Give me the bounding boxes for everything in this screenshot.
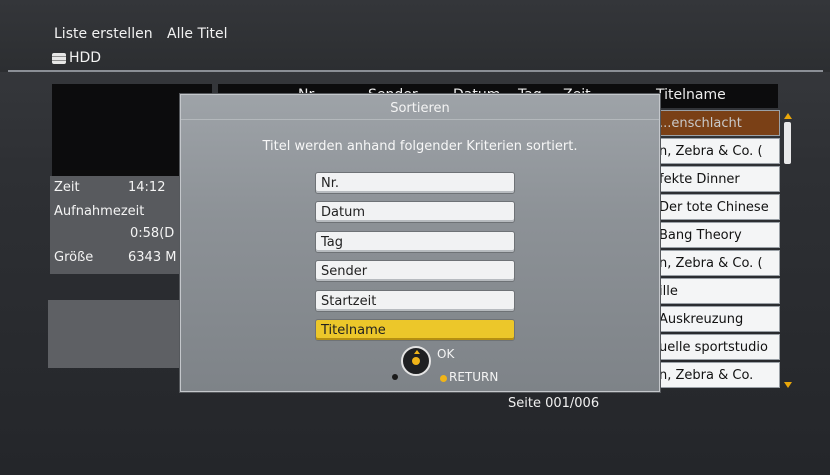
list-item[interactable]: n, Zebra & Co. [652,362,780,388]
list-item[interactable]: Bang Theory [652,222,780,248]
ok-hint[interactable]: OK [437,347,454,361]
zeit-value: 14:12 [128,180,166,195]
dialog-divider [181,119,659,120]
list-item[interactable]: uelle sportstudio [652,334,780,360]
header-bar: Liste erstellen Alle Titel HDD [0,0,830,72]
breadcrumb: Liste erstellen Alle Titel [54,26,227,42]
scroll-down-icon[interactable] [784,382,792,388]
zeit-label: Zeit [54,180,80,195]
breadcrumb-item: Liste erstellen [54,26,153,42]
dialog-title: Sortieren [390,101,450,116]
dot-icon [392,374,398,380]
sort-option-datum[interactable]: Datum [315,201,515,223]
screen: Liste erstellen Alle Titel HDD Zeit 14:1… [0,0,830,475]
sort-option-nr[interactable]: Nr. [315,172,515,194]
dpad-icon [401,346,431,376]
hdd-icon [52,52,66,64]
title-list: ...enschlacht n, Zebra & Co. ( fekte Din… [652,110,780,390]
return-dot-icon [440,375,447,382]
groesse-label: Größe [54,250,94,265]
groesse-value: 6343 M [128,250,177,265]
page-indicator: Seite 001/006 [508,396,600,411]
breadcrumb-item: Alle Titel [167,26,228,42]
aufnahmezeit-label: Aufnahmezeit [54,204,145,219]
list-item[interactable]: fekte Dinner [652,166,780,192]
sort-dialog: Sortieren Titel werden anhand folgender … [180,94,660,392]
list-item[interactable]: Auskreuzung [652,306,780,332]
aufnahmezeit-value: 0:58(D [130,226,175,241]
list-item[interactable]: n, Zebra & Co. ( [652,250,780,276]
dialog-description: Titel werden anhand folgender Kriterien … [262,139,578,154]
scroll-up-icon[interactable] [784,113,792,119]
storage-indicator: HDD [52,50,101,66]
list-item[interactable]: Der tote Chinese [652,194,780,220]
sort-option-startzeit[interactable]: Startzeit [315,290,515,312]
list-item[interactable]: n, Zebra & Co. ( [652,138,780,164]
storage-label: HDD [69,50,102,66]
column-titelname[interactable]: Titelname [656,87,726,103]
list-item[interactable]: ille [652,278,780,304]
scrollbar-thumb[interactable] [784,122,791,164]
sort-option-titelname[interactable]: Titelname [315,319,515,341]
list-item[interactable]: ...enschlacht [652,110,780,136]
sort-option-sender[interactable]: Sender [315,260,515,282]
return-hint[interactable]: RETURN [449,370,498,384]
header-divider [8,70,823,72]
sort-option-tag[interactable]: Tag [315,231,515,253]
